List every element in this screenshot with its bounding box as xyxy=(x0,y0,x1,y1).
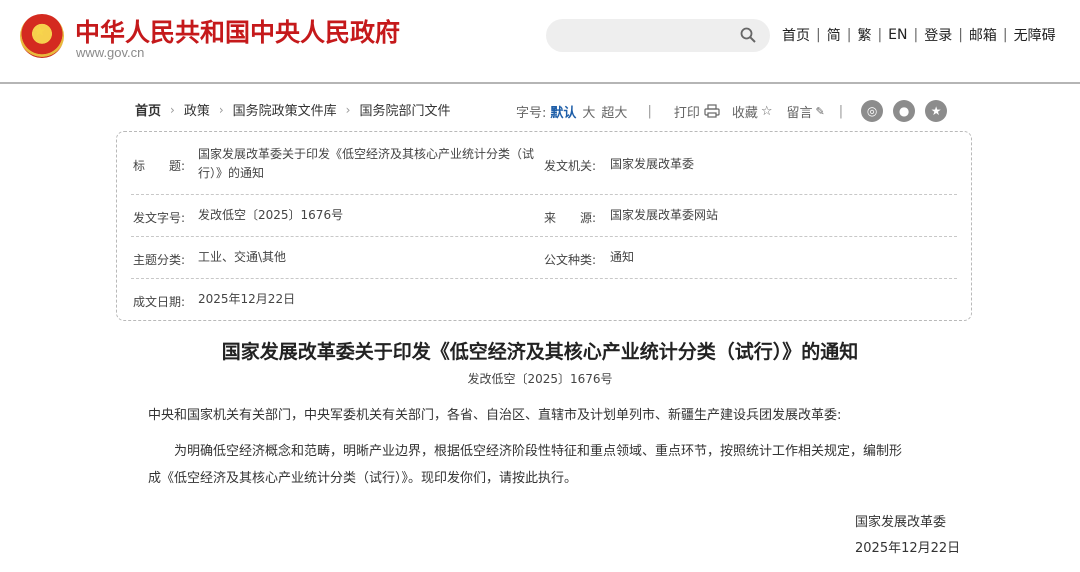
favorite-button[interactable]: 收藏 xyxy=(732,102,758,121)
nav-english-link[interactable]: EN xyxy=(888,27,907,43)
nav-divider: | xyxy=(846,27,852,43)
info-row-date: 成文日期: 2025年12月22日 xyxy=(131,279,957,319)
tools-divider: | xyxy=(838,103,844,119)
article-signer: 国家发展改革委 xyxy=(855,515,947,530)
nav-simplified-link[interactable]: 简 xyxy=(827,25,841,45)
type-label: 公文种类: xyxy=(544,253,597,267)
search-icon[interactable] xyxy=(740,27,756,43)
top-nav: 首页 | 简 | 繁 | EN | 登录 | 邮箱 | 无障碍 xyxy=(782,25,1056,45)
article-salutation: 中央和国家机关有关部门，中央军委机关有关部门，各省、自治区、直辖市及计划单列市、… xyxy=(148,408,842,423)
qzone-share-icon[interactable]: ★ xyxy=(925,100,948,122)
title-label: 标 题: xyxy=(133,159,186,173)
nav-home-link[interactable]: 首页 xyxy=(782,25,810,45)
date-label: 成文日期: xyxy=(133,295,186,309)
nav-accessibility-link[interactable]: 无障碍 xyxy=(1014,25,1056,45)
nav-divider: | xyxy=(1002,27,1008,43)
nav-mail-link[interactable]: 邮箱 xyxy=(969,25,997,45)
article-title: 国家发展改革委关于印发《低空经济及其核心产业统计分类（试行）》的通知 xyxy=(221,341,859,363)
info-row-docno: 发文字号: 发改低空〔2025〕1676号 来 源: 国家发展改革委网站 xyxy=(131,195,957,237)
nav-divider: | xyxy=(958,27,963,43)
tools-divider: | xyxy=(647,103,652,119)
star-icon[interactable]: ☆ xyxy=(761,104,773,119)
breadcrumb-home[interactable]: 首页 xyxy=(135,100,161,119)
printer-icon[interactable] xyxy=(704,104,720,118)
site-url[interactable]: www.gov.cn xyxy=(76,45,144,60)
docno-label: 发文字号: xyxy=(133,211,186,225)
breadcrumb-policy-library[interactable]: 国务院政策文件库 xyxy=(233,100,337,119)
nav-divider: | xyxy=(877,27,883,43)
page-tools: 字号: 默认 大 超大 | 打印 收藏 ☆ 留言 ✎ | ◎ ● ★ xyxy=(516,100,948,122)
article-body-line-1: 为明确低空经济概念和范畴，明晰产业边界，根据低空经济阶段性特征和重点领域、重点环… xyxy=(174,444,903,459)
breadcrumb-bar: 首页 › 政策 › 国务院政策文件库 › 国务院部门文件 字号: 默认 大 超大… xyxy=(135,97,955,122)
issuer-value: 国家发展改革委 xyxy=(610,157,695,171)
info-row-title: 标 题: 国家发展改革委关于印发《低空经济及其核心产业统计分类（试行）》的通知 … xyxy=(131,140,957,195)
source-label: 来 源: xyxy=(544,211,597,225)
chevron-right-icon: › xyxy=(345,102,351,117)
font-size-xlarge[interactable]: 超大 xyxy=(601,102,627,121)
docno-value: 发改低空〔2025〕1676号 xyxy=(198,208,344,222)
site-title[interactable]: 中华人民共和国中央人民政府 xyxy=(75,13,400,49)
info-row-topic: 主题分类: 工业、交通\其他 公文种类: 通知 xyxy=(131,237,957,279)
site-header: 中华人民共和国中央人民政府 www.gov.cn 首页 | 简 | 繁 | EN… xyxy=(0,0,1080,84)
nav-divider: | xyxy=(913,27,919,43)
weibo-share-icon[interactable]: ◎ xyxy=(861,100,884,122)
type-value: 通知 xyxy=(610,250,635,264)
source-value: 国家发展改革委网站 xyxy=(610,208,719,222)
article-body-line-2: 成《低空经济及其核心产业统计分类（试行）》。现印发你们，请按此执行。 xyxy=(148,471,578,486)
breadcrumb-department-docs[interactable]: 国务院部门文件 xyxy=(359,100,450,119)
wechat-share-icon[interactable]: ● xyxy=(893,100,916,122)
title-value: 国家发展改革委关于印发《低空经济及其核心产业统计分类（试行）》的通知 xyxy=(198,147,535,180)
comment-button[interactable]: 留言 xyxy=(787,102,813,121)
topic-label: 主题分类: xyxy=(133,253,186,267)
nav-traditional-link[interactable]: 繁 xyxy=(857,25,871,45)
chevron-right-icon: › xyxy=(170,102,175,117)
article-date: 2025年12月22日 xyxy=(855,541,961,556)
nav-divider: | xyxy=(816,27,821,43)
print-button[interactable]: 打印 xyxy=(674,102,700,121)
breadcrumb: 首页 › 政策 › 国务院政策文件库 › 国务院部门文件 xyxy=(135,100,451,120)
chevron-right-icon: › xyxy=(218,102,224,117)
topic-value: 工业、交通\其他 xyxy=(198,250,287,264)
national-emblem-icon[interactable] xyxy=(20,14,64,58)
document-info-table: 标 题: 国家发展改革委关于印发《低空经济及其核心产业统计分类（试行）》的通知 … xyxy=(116,131,972,321)
pencil-icon[interactable]: ✎ xyxy=(816,105,825,118)
issuer-label: 发文机关: xyxy=(544,159,597,173)
nav-login-link[interactable]: 登录 xyxy=(924,25,952,45)
date-value: 2025年12月22日 xyxy=(198,292,296,306)
font-size-large[interactable]: 大 xyxy=(582,102,595,121)
search-input[interactable] xyxy=(546,19,770,52)
breadcrumb-policy[interactable]: 政策 xyxy=(184,100,210,119)
font-size-label: 字号: xyxy=(516,105,547,121)
article-doc-number: 发改低空〔2025〕1676号 xyxy=(467,372,613,386)
font-size-default[interactable]: 默认 xyxy=(550,102,576,121)
